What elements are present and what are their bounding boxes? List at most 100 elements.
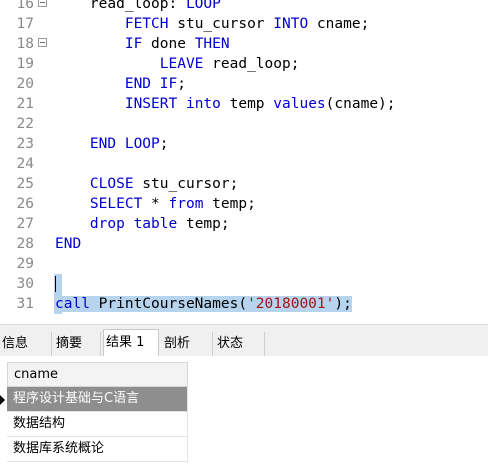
- code-line[interactable]: 26 SELECT * from temp;: [0, 194, 488, 214]
- code-text: SELECT * from temp;: [55, 194, 256, 214]
- current-row-marker-icon: [0, 395, 5, 405]
- code-token: );: [334, 296, 352, 312]
- line-number: 27: [16, 216, 34, 232]
- code-token: done: [142, 36, 195, 52]
- code-line[interactable]: 16 read_loop: LOOP: [0, 0, 488, 14]
- sql-keyword: SELECT: [89, 196, 143, 212]
- code-line[interactable]: 24: [0, 154, 488, 174]
- code-line[interactable]: 20 END IF;: [0, 74, 488, 94]
- code-token: PrintCourseNames(: [89, 296, 248, 312]
- sql-keyword: CLOSE: [89, 176, 134, 192]
- tab-0[interactable]: 信息: [0, 332, 52, 357]
- code-line[interactable]: 30: [0, 274, 488, 294]
- code-token: ;: [159, 136, 169, 152]
- sql-keyword: LOOP: [185, 0, 221, 12]
- code-line[interactable]: 23 END LOOP;: [0, 134, 488, 154]
- code-line[interactable]: 29: [0, 254, 488, 274]
- fold-collapse-icon[interactable]: [38, 0, 47, 7]
- code-token: (cname);: [325, 96, 396, 112]
- string-literal: '20180001': [247, 296, 335, 312]
- code-line[interactable]: 18 IF done THEN: [0, 34, 488, 54]
- code-token: temp: [220, 96, 274, 112]
- table-row[interactable]: 程序设计基础与C语言: [7, 387, 188, 412]
- code-line[interactable]: 28 END: [0, 234, 488, 254]
- sql-keyword: call: [55, 296, 90, 312]
- sql-keyword: END: [55, 236, 82, 252]
- code-line[interactable]: 17 FETCH stu_cursor INTO cname;: [0, 14, 488, 34]
- code-line[interactable]: 31 call PrintCourseNames('20180001');: [0, 294, 488, 314]
- line-number: 31: [16, 296, 34, 312]
- table-row[interactable]: 数据结构: [7, 412, 188, 437]
- code-token: temp;: [177, 216, 230, 232]
- line-number: 28: [16, 236, 34, 252]
- fold-collapse-icon[interactable]: [38, 38, 47, 47]
- code-text: CLOSE stu_cursor;: [55, 174, 238, 194]
- line-number: 24: [16, 156, 34, 172]
- line-number: 25: [16, 176, 34, 192]
- code-line[interactable]: 22: [0, 114, 488, 134]
- line-number: 18: [16, 36, 34, 52]
- tab-1[interactable]: 摘要: [54, 332, 101, 357]
- code-token: ;: [177, 76, 186, 92]
- line-number: 21: [16, 96, 34, 112]
- result-tab-bar: 信息 摘要 结果 1 剖析 状态: [0, 324, 488, 357]
- code-text: LEAVE read_loop;: [55, 54, 300, 74]
- line-number: 20: [16, 76, 34, 92]
- sql-editor[interactable]: 16 read_loop: LOOP 17 FETCH stu_cursor IN…: [0, 0, 488, 324]
- code-text: END: [55, 234, 81, 254]
- column-header-cname[interactable]: cname: [7, 362, 188, 387]
- sql-keyword: END IF: [124, 76, 178, 92]
- code-text: IF done THEN: [55, 34, 230, 54]
- tab-2[interactable]: 结果 1: [103, 329, 159, 357]
- code-line[interactable]: 19 LEAVE read_loop;: [0, 54, 488, 74]
- tab-4[interactable]: 状态: [215, 332, 265, 357]
- code-text: drop table temp;: [55, 214, 230, 234]
- table-row[interactable]: 数据库系统概论: [7, 437, 188, 462]
- sql-keyword: INSERT: [124, 96, 178, 112]
- code-line[interactable]: 27 drop table temp;: [0, 214, 488, 234]
- sql-keyword: drop: [89, 216, 125, 232]
- code-token: stu_cursor;: [133, 176, 239, 192]
- code-token: stu_cursor: [168, 16, 274, 32]
- line-number: 19: [16, 56, 34, 72]
- result-grid[interactable]: cname 程序设计基础与C语言 数据结构 数据库系统概论: [0, 356, 488, 474]
- sql-keyword: THEN: [194, 36, 230, 52]
- line-number: 22: [16, 116, 34, 132]
- code-text: FETCH stu_cursor INTO cname;: [55, 14, 369, 34]
- sql-keyword: LEAVE: [159, 56, 204, 72]
- code-token: temp;: [203, 196, 256, 212]
- sql-keyword: values: [273, 96, 326, 112]
- code-text: call PrintCourseNames('20180001');: [55, 294, 352, 314]
- sql-keyword: into: [185, 96, 221, 112]
- code-token: read_loop;: [203, 56, 300, 72]
- code-text: END IF;: [55, 74, 186, 94]
- code-line[interactable]: 25 CLOSE stu_cursor;: [0, 174, 488, 194]
- code-text: INSERT into temp values(cname);: [55, 94, 396, 114]
- line-number: 26: [16, 196, 34, 212]
- line-number: 23: [16, 136, 34, 152]
- tab-3[interactable]: 剖析: [162, 332, 213, 357]
- code-token: *: [142, 196, 169, 212]
- sql-keyword: END LOOP: [89, 136, 160, 152]
- line-number: 16: [16, 0, 34, 12]
- code-text: END LOOP;: [55, 134, 169, 154]
- sql-keyword: table: [133, 216, 178, 232]
- sql-keyword: FETCH: [124, 16, 169, 32]
- sql-keyword: IF: [124, 36, 143, 52]
- code-line[interactable]: 21 INSERT into temp values(cname);: [0, 94, 488, 114]
- sql-keyword: INTO: [273, 16, 309, 32]
- line-number: 29: [16, 256, 34, 272]
- code-text: read_loop: LOOP: [55, 0, 221, 14]
- code-token: cname;: [308, 16, 370, 32]
- line-number: 30: [16, 276, 34, 292]
